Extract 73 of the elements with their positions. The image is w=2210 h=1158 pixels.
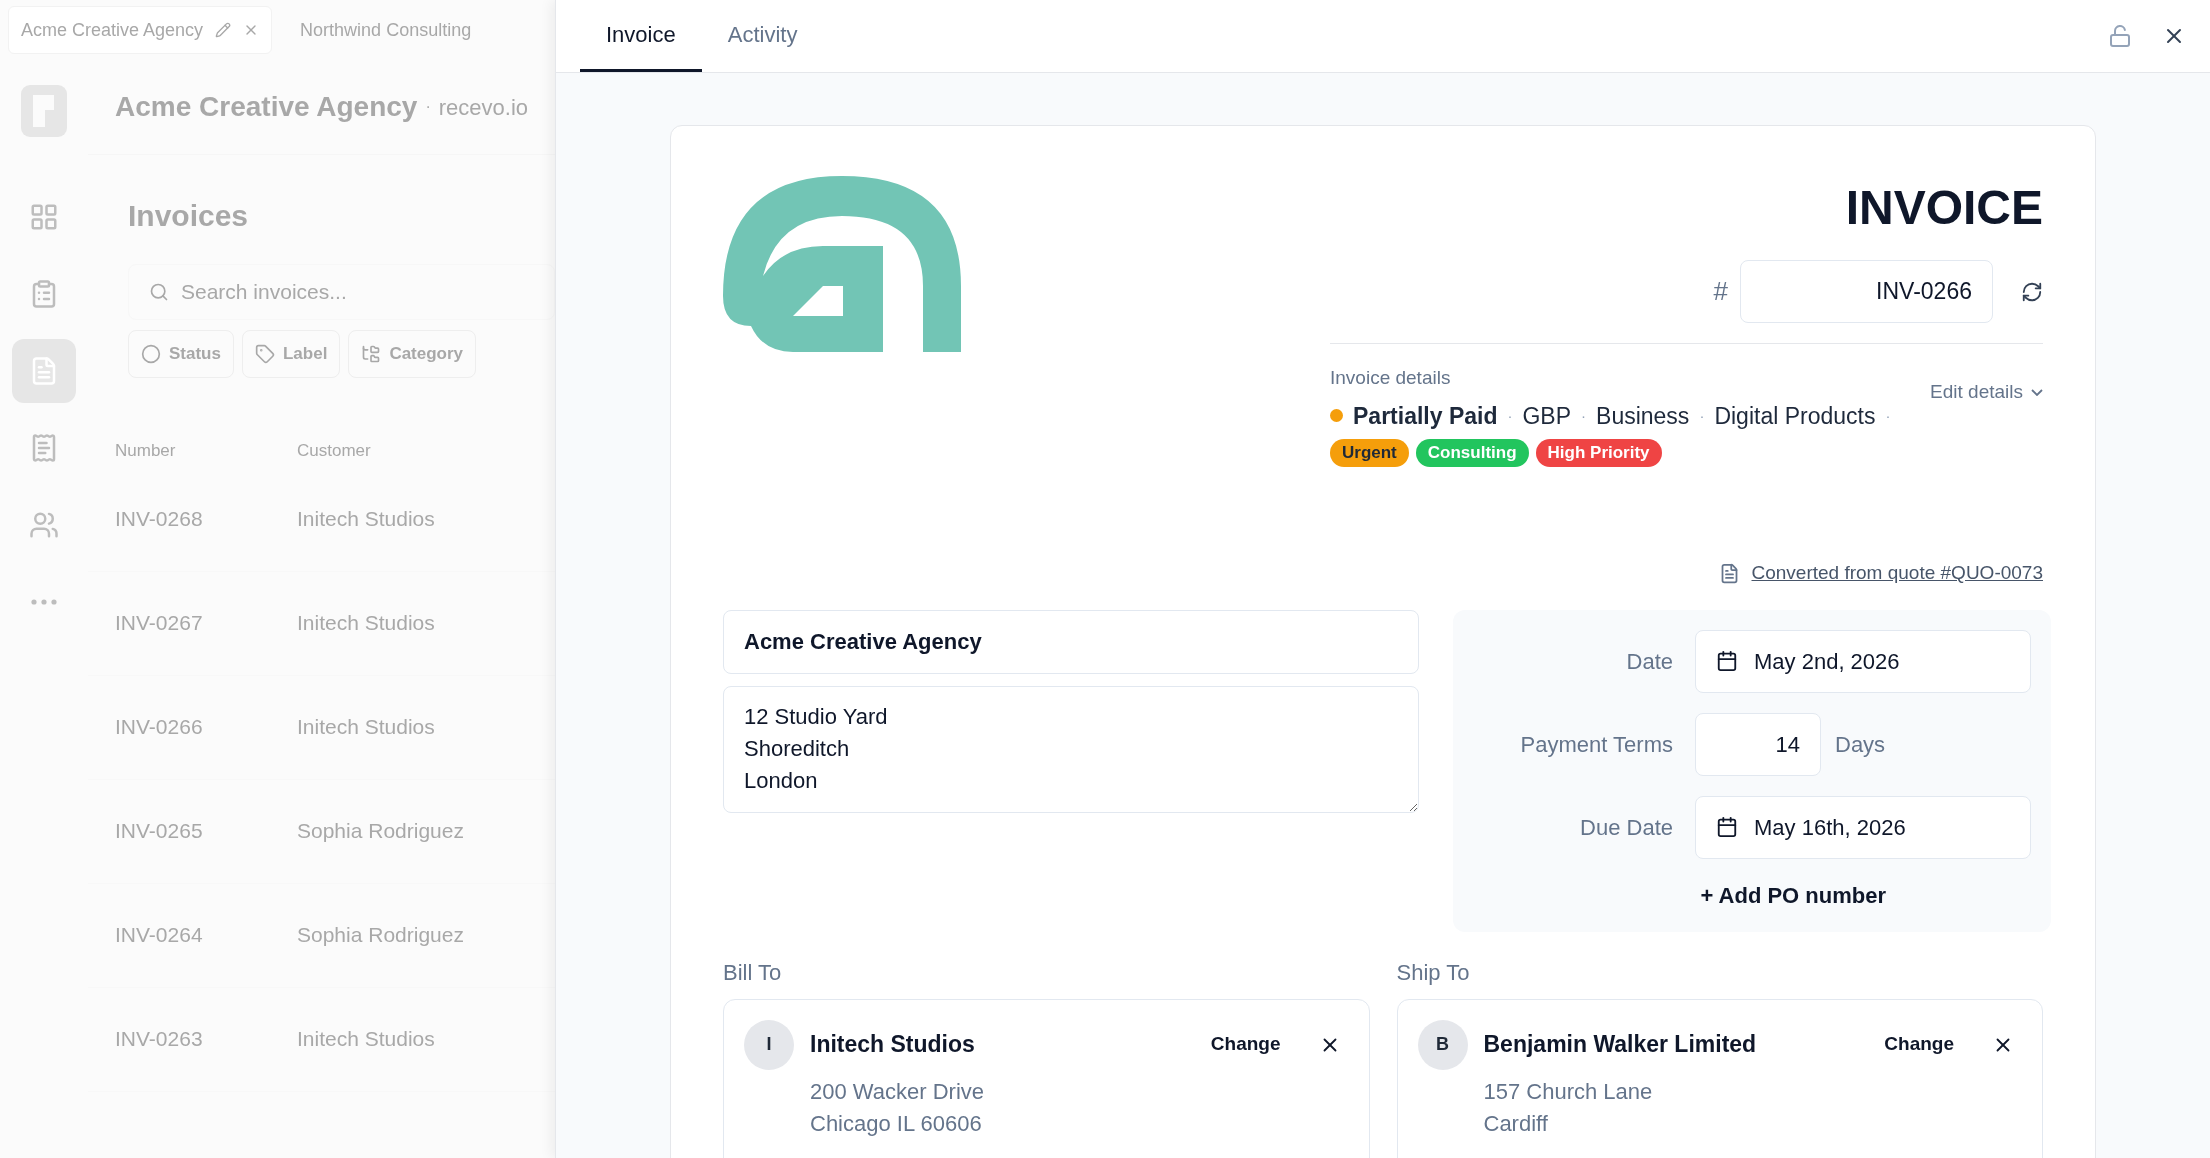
nav-item[interactable] [12, 339, 76, 403]
title-separator: · [425, 97, 431, 117]
field-label: Due Date [1579, 813, 1673, 842]
details-label: Invoice details [1330, 366, 1452, 390]
search-icon [149, 282, 169, 302]
table-cell-text: INV-0265 [115, 818, 204, 845]
meta-text: GBP [1522, 401, 1572, 431]
edit-details-button[interactable]: Edit details [1930, 378, 2043, 407]
circle-icon [141, 344, 161, 364]
avatar: I [744, 1019, 794, 1070]
tag-icon [254, 344, 275, 364]
folder-tree-icon [361, 344, 382, 364]
section-heading: Ship To [1396, 958, 1471, 987]
address-line: Cardiff [1483, 1109, 1549, 1138]
table-cell-text: Sophia Rodriguez [297, 818, 464, 845]
days-label: Days [1835, 730, 1886, 759]
more-icon [31, 599, 57, 605]
status-text: Partially Paid [1353, 401, 1498, 431]
table-cell-text: INV-0264 [115, 922, 204, 949]
section-heading: Bill To [723, 958, 783, 987]
address-field[interactable]: 12 Studio Yard Shoreditch London [723, 685, 1419, 813]
tab[interactable]: Invoice [580, 0, 702, 72]
refresh-icon[interactable] [2021, 280, 2043, 303]
tag: Consulting [1415, 439, 1529, 467]
table-cell-text: Initech Studios [297, 1026, 435, 1053]
column-header: Number [115, 440, 177, 462]
invoice-title: INVOICE [1845, 184, 2043, 232]
tag: High Priority [1535, 439, 1662, 467]
table-cell-text: Initech Studios [297, 506, 435, 533]
calendar-icon [1716, 816, 1738, 838]
address-line: 200 Wacker Drive [810, 1077, 985, 1106]
meta-text: Business [1596, 401, 1690, 431]
calendar-icon [1716, 650, 1738, 672]
column-header: Customer [297, 440, 371, 462]
tab[interactable]: Activity [701, 0, 824, 72]
party-name: Benjamin Walker Limited [1483, 1030, 1757, 1060]
company-name-field[interactable]: Acme Creative Agency [723, 609, 1419, 674]
converted-link[interactable]: Converted from quote #QUO-0073 [1751, 559, 2043, 588]
field-label: Date [1625, 647, 1673, 676]
payment-terms-field[interactable]: 14 [1695, 712, 1821, 776]
table-cell-text: INV-0263 [115, 1026, 204, 1053]
address-line: Chicago IL 60606 [810, 1109, 983, 1138]
users-icon [29, 510, 59, 540]
separator-dot: · [1507, 405, 1513, 426]
app-title: Acme Creative Agency [115, 90, 418, 124]
table-cell-text: INV-0266 [115, 714, 204, 741]
pencil-icon[interactable] [215, 22, 232, 38]
separator-dot: · [1581, 405, 1587, 426]
address-line: 157 Church Lane [1483, 1077, 1654, 1106]
meta-text: Digital Products [1714, 401, 1876, 431]
table-cell-text: Initech Studios [297, 610, 435, 637]
table-cell-text: INV-0267 [115, 610, 204, 637]
hash-label: # [1713, 275, 1728, 308]
chevron-down-icon [2031, 388, 2043, 396]
dashboard-icon [29, 202, 59, 232]
table-cell-text: INV-0268 [115, 506, 204, 533]
date-field[interactable]: May 2nd, 2026 [1695, 629, 2031, 693]
add-po-button[interactable]: + Add PO number [1700, 878, 1886, 912]
table-cell-text: Initech Studios [297, 714, 435, 741]
table-cell-text: Sophia Rodriguez [297, 922, 464, 949]
lock-icon[interactable] [2108, 24, 2132, 48]
change-button[interactable]: Change [1210, 1030, 1281, 1059]
domain-text: recevo.io [438, 93, 529, 122]
party-name: Initech Studios [810, 1030, 975, 1060]
date-field[interactable]: May 16th, 2026 [1695, 795, 2031, 859]
invoice-number-field[interactable]: INV-0266 [1740, 260, 1993, 323]
separator-dot: · [1885, 405, 1891, 426]
avatar: B [1417, 1019, 1468, 1070]
field-label: Payment Terms [1519, 730, 1673, 759]
change-button[interactable]: Change [1884, 1030, 1954, 1059]
tag: Urgent [1330, 439, 1409, 467]
page-title: Invoices [127, 198, 250, 234]
separator-dot: · [1699, 405, 1705, 426]
